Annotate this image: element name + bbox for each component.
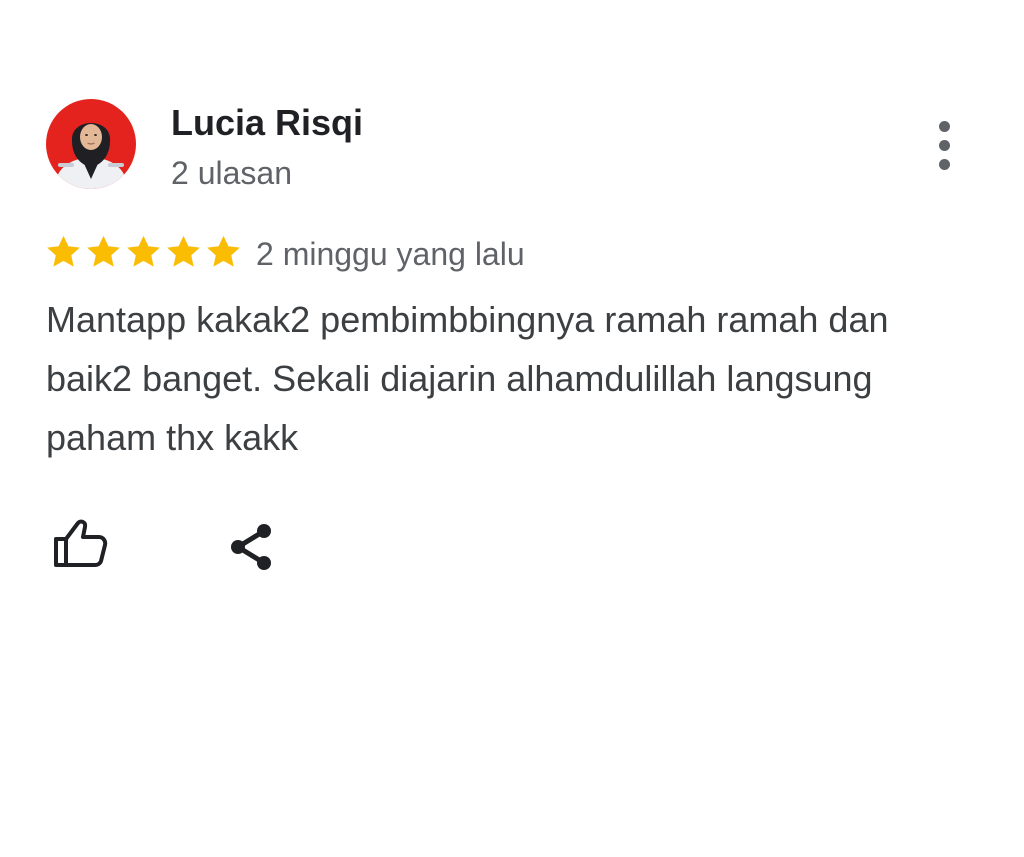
more-vert-icon [938,120,950,132]
avatar-photo-icon [46,99,136,189]
author-name[interactable]: Lucia Risqi [171,101,363,145]
more-vert-icon-dot [938,139,950,151]
star-icon [124,233,163,273]
more-options-button[interactable] [920,116,968,174]
review-text-line: Mantapp kakak2 pembimbbingnya ramah rama… [46,299,889,340]
star-icon [44,233,83,273]
review-count: 2 ulasan [171,155,292,191]
star-rating [44,233,243,273]
review-timestamp: 2 minggu yang lalu [256,236,525,272]
thumbs-up-icon [54,519,108,567]
like-button[interactable] [50,515,110,571]
more-vert-icon-dot [938,158,950,170]
review-text: Mantapp kakak2 pembimbbingnya ramah rama… [46,290,1006,467]
review-text-line: baik2 banget. Sekali diajarin alhamdulil… [46,358,873,399]
share-button[interactable] [226,521,276,573]
star-icon [204,233,243,273]
avatar[interactable] [46,99,136,189]
star-icon [84,233,123,273]
star-icon [164,233,203,273]
share-icon [231,524,271,570]
review-text-line: paham thx kakk [46,417,299,458]
review-card: Lucia Risqi 2 ulasan 2 minggu yang lalu … [0,0,1024,857]
